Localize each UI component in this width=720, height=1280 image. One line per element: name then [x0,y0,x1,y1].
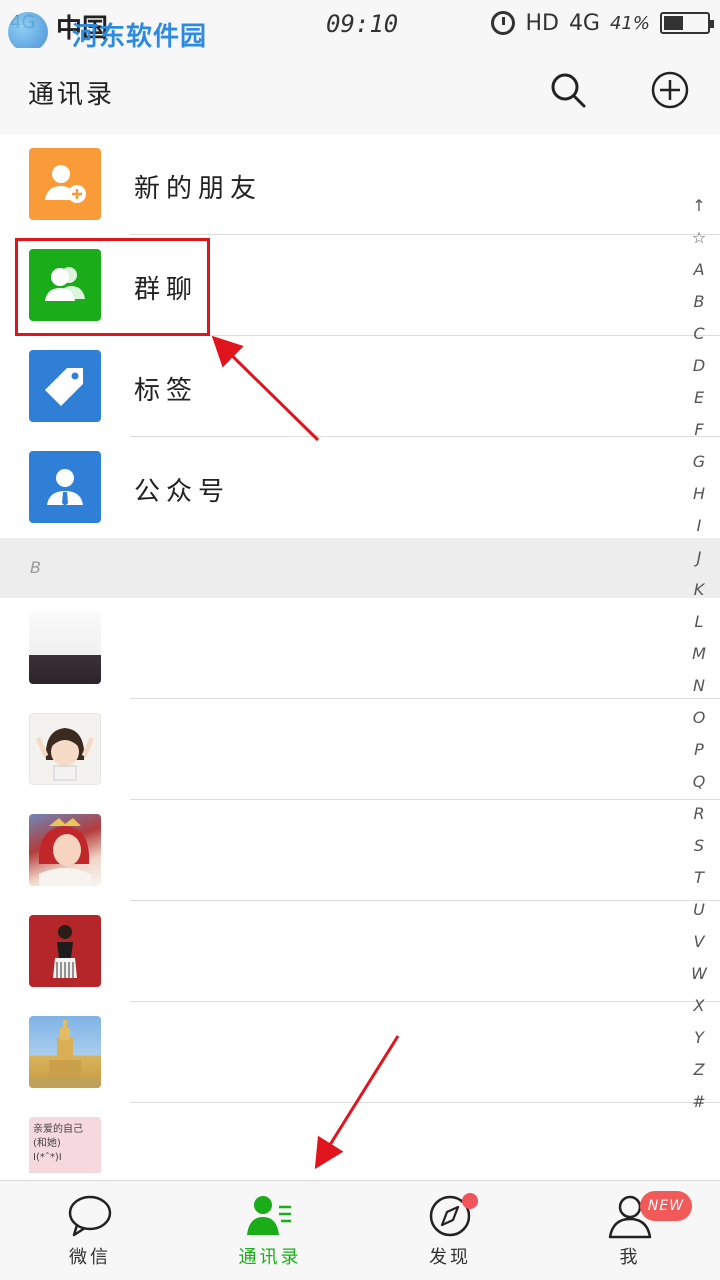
contact-avatar [29,814,101,886]
chat-bubble-icon [68,1195,112,1237]
network-indicator: 4G [10,12,36,33]
contact-avatar [29,1016,101,1088]
official-account-icon [47,469,83,506]
add-button[interactable] [650,70,690,110]
official-accounts-label: 公众号 [134,477,231,507]
index-letter[interactable]: K [684,574,714,606]
new-badge: NEW [640,1191,692,1221]
contact-avatar: 亲爱的自己 (和她) I(*ˆ*)I [29,1117,101,1173]
index-letter[interactable]: B [684,286,714,318]
add-friend-icon [45,165,86,203]
index-letter[interactable]: N [684,670,714,702]
index-letter[interactable]: U [684,894,714,926]
index-letter[interactable]: A [684,254,714,286]
search-button[interactable] [548,70,588,110]
battery-fill [664,16,683,30]
page-title: 通讯录 [28,80,116,110]
status-icons: HD 4G 41% [491,8,714,38]
tag-icon [45,368,83,406]
tab-label: 发现 [429,1247,471,1268]
new-activity-dot [462,1193,478,1209]
tab-label: 通讯录 [238,1247,302,1268]
new-friends-avatar [29,148,101,220]
contact-row[interactable] [0,901,720,1002]
index-letter[interactable]: G [684,446,714,478]
alarm-icon [491,11,516,35]
contact-avatar [29,713,101,785]
cartoon-girl-avatar-icon [35,728,95,781]
index-letter[interactable]: I [684,510,714,542]
index-letter[interactable]: H [684,478,714,510]
index-letter[interactable]: P [684,734,714,766]
index-letter[interactable]: V [684,926,714,958]
princess-avatar-icon [38,818,91,886]
official-accounts-avatar [29,451,101,523]
index-letter[interactable]: M [684,638,714,670]
tab-contacts[interactable]: 通讯录 [180,1181,360,1280]
list-item-tags[interactable]: 标签 [0,336,720,437]
app-header: 通讯录 [0,48,720,134]
alphabet-index-bar[interactable]: ↑ ☆ A B C D E F G H I J K L M N O P Q R S T U V W X Y Z # [684,190,714,1118]
index-letter[interactable]: S [684,830,714,862]
avatar-text-line: I(*ˆ*)I [33,1152,62,1163]
hd-indicator: HD [525,10,559,36]
section-header-b: B [0,538,720,598]
index-letter[interactable]: L [684,606,714,638]
index-letter[interactable]: ↑ [684,190,714,222]
index-letter[interactable]: F [684,414,714,446]
avatar-text-line: (和她) [33,1138,61,1149]
tags-label: 标签 [134,376,199,406]
contact-row[interactable]: 亲爱的自己 (和她) I(*ˆ*)I [0,1103,720,1173]
network-type: 4G [568,10,600,36]
contact-row[interactable] [0,699,720,800]
tower-avatar-icon [29,1020,101,1088]
tab-me[interactable]: NEW 我 [540,1181,720,1280]
plus-circle-icon [651,71,689,109]
avatar-text-line: 亲爱的自己 [33,1124,83,1135]
index-letter[interactable]: C [684,318,714,350]
annotation-box-group-chat [15,238,210,336]
contacts-icon [247,1196,291,1235]
bottom-tab-bar: 微信 通讯录 发现 NEW 我 [0,1180,720,1280]
girl-figure-avatar-icon [53,925,77,978]
tags-avatar [29,350,101,422]
index-letter[interactable]: O [684,702,714,734]
battery-icon [660,12,714,34]
index-letter[interactable]: X [684,990,714,1022]
index-letter[interactable]: E [684,382,714,414]
index-letter[interactable]: W [684,958,714,990]
list-item-official-accounts[interactable]: 公众号 [0,437,720,538]
index-letter[interactable]: T [684,862,714,894]
clock: 09:10 [326,10,399,38]
index-letter[interactable]: ☆ [684,222,714,254]
tab-label: 我 [619,1247,641,1268]
index-letter[interactable]: R [684,798,714,830]
index-letter[interactable]: Z [684,1054,714,1086]
index-letter[interactable]: Y [684,1022,714,1054]
tab-chats[interactable]: 微信 [0,1181,180,1280]
search-icon [551,73,586,108]
index-letter[interactable]: J [684,542,714,574]
contact-row[interactable] [0,800,720,901]
battery-percent: 41% [609,12,650,34]
new-friends-label: 新的朋友 [134,174,263,204]
contact-avatar [29,915,101,987]
contact-avatar [29,612,101,684]
index-letter[interactable]: # [684,1086,714,1118]
tab-discover[interactable]: 发现 [360,1181,540,1280]
list-item-new-friends[interactable]: 新的朋友 [0,134,720,235]
contact-row[interactable] [0,598,720,699]
carrier-name: 中国 [56,14,109,44]
status-bar: 4G 中国 09:10 HD 4G 41% [0,0,720,48]
tab-label: 微信 [69,1247,111,1268]
index-letter[interactable]: D [684,350,714,382]
index-letter[interactable]: Q [684,766,714,798]
contact-row[interactable] [0,1002,720,1103]
